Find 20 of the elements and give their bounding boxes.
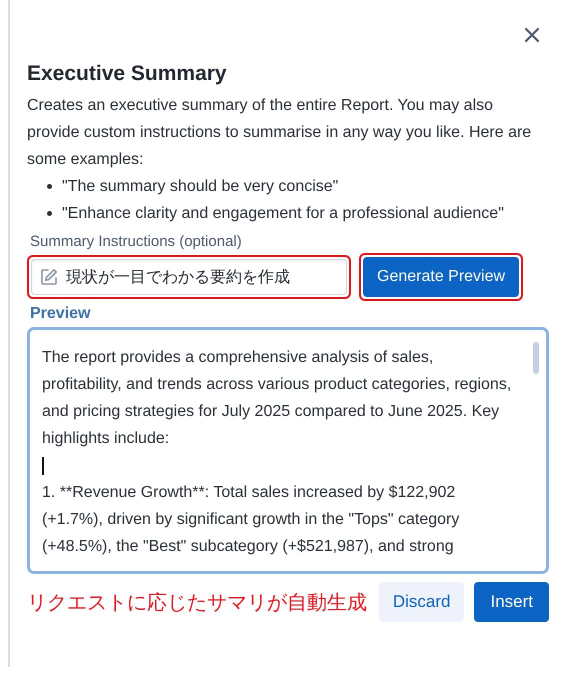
insert-button[interactable]: Insert <box>474 582 549 622</box>
preview-text: The report provides a comprehensive analysis of sales, profitability, and trends across various product categories, regions, and pricing strategies for July 2025 compared to June 2025. Key highlights include: <box>42 348 512 449</box>
close-icon[interactable] <box>523 26 541 44</box>
bullet-icon <box>47 184 52 189</box>
preview-label: Preview <box>30 305 92 323</box>
field-label: Summary Instructions (optional) <box>29 233 243 250</box>
text-cursor <box>42 457 44 475</box>
example-text: "The summary should be very concise" <box>62 177 338 197</box>
example-text: "Enhance clarity and engagement for a professional audience" <box>62 204 504 224</box>
instructions-field[interactable]: 現状が一目でわかる要約を作成 <box>31 259 347 295</box>
dialog-title: Executive Summary <box>27 62 228 86</box>
annotation-text: リクエストに応じたサマリが自動生成 <box>27 590 368 616</box>
discard-button[interactable]: Discard <box>378 582 464 622</box>
edit-icon <box>40 268 58 286</box>
scrollbar-thumb[interactable] <box>533 342 539 374</box>
preview-text: 1. **Revenue Growth**: Total sales increased by $122,902 (+1.7%), driven by significant growth in the "Tops" category (+48.5%), the "Best" subcategory (+$521,987), and strong <box>42 483 460 557</box>
preview-textarea[interactable] <box>27 327 549 574</box>
generate-preview-button[interactable]: Generate Preview <box>363 257 520 297</box>
bullet-icon <box>47 211 52 216</box>
description-text: Creates an executive summary of the entire Report. You may also provide custom instructions to summarise in any way you like. Here are some examples: <box>27 96 532 170</box>
